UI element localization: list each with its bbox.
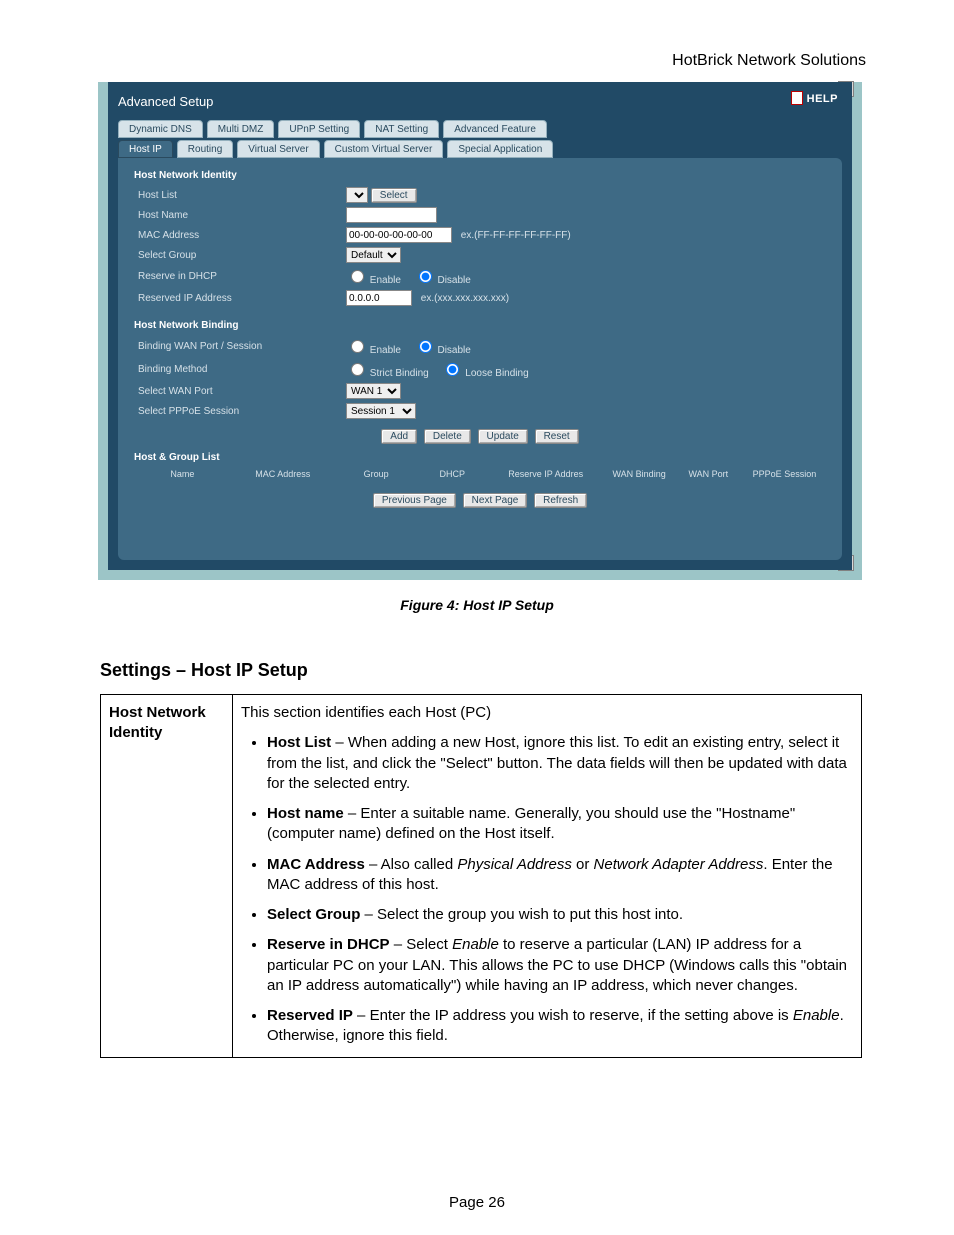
router-ui-screenshot: ▲ ▼ Advanced Setup HELP Dynamic DNS Mult… bbox=[98, 82, 862, 580]
table-row-body: This section identifies each Host (PC) H… bbox=[233, 695, 862, 1058]
col-pppoe: PPPoE Session bbox=[743, 467, 826, 481]
tab-upnp-setting[interactable]: UPnP Setting bbox=[278, 120, 360, 138]
section-host-network-identity: Host Network Identity bbox=[134, 170, 826, 181]
tab-host-ip[interactable]: Host IP bbox=[118, 140, 173, 158]
table-intro: This section identifies each Host (PC) bbox=[241, 703, 853, 723]
binding-disable-radio[interactable] bbox=[419, 340, 432, 353]
tab-routing[interactable]: Routing bbox=[177, 140, 233, 158]
table-row-head: Host Network Identity bbox=[101, 695, 233, 1058]
company-name: HotBrick Network Solutions bbox=[672, 52, 866, 70]
label-reserve-dhcp: Reserve in DHCP bbox=[134, 265, 342, 288]
group-select[interactable]: Default bbox=[346, 247, 401, 263]
reset-button[interactable]: Reset bbox=[535, 429, 579, 444]
tab-advanced-feature[interactable]: Advanced Feature bbox=[443, 120, 547, 138]
reserve-dhcp-disable-radio[interactable] bbox=[419, 270, 432, 283]
settings-heading: Settings – Host IP Setup bbox=[100, 660, 308, 681]
label-binding-wan: Binding WAN Port / Session bbox=[134, 335, 342, 358]
wan-port-select[interactable]: WAN 1 bbox=[346, 383, 401, 399]
col-reserve-ip: Reserve IP Addres bbox=[487, 467, 605, 481]
col-wan-port: WAN Port bbox=[674, 467, 743, 481]
mac-address-input[interactable] bbox=[346, 227, 452, 243]
update-button[interactable]: Update bbox=[478, 429, 528, 444]
label-host-name: Host Name bbox=[134, 205, 342, 225]
label-select-pppoe: Select PPPoE Session bbox=[134, 401, 342, 421]
bullet-select-group: Select Group – Select the group you wish… bbox=[267, 905, 853, 925]
reserved-ip-input[interactable] bbox=[346, 290, 412, 306]
add-button[interactable]: Add bbox=[381, 429, 417, 444]
reserved-ip-hint: ex.(xxx.xxx.xxx.xxx) bbox=[421, 293, 509, 304]
page-number: Page 26 bbox=[0, 1194, 954, 1211]
label-mac-address: MAC Address bbox=[134, 225, 342, 245]
bullet-host-name: Host name – Enter a suitable name. Gener… bbox=[267, 804, 853, 845]
previous-page-button[interactable]: Previous Page bbox=[373, 493, 456, 508]
bullet-reserved-ip: Reserved IP – Enter the IP address you w… bbox=[267, 1006, 853, 1047]
figure-caption: Figure 4: Host IP Setup bbox=[0, 597, 954, 613]
col-mac: MAC Address bbox=[231, 467, 335, 481]
strict-binding-radio[interactable] bbox=[351, 363, 364, 376]
label-reserved-ip: Reserved IP Address bbox=[134, 288, 342, 308]
bullet-host-list: Host List – When adding a new Host, igno… bbox=[267, 733, 853, 794]
reserve-dhcp-enable-radio[interactable] bbox=[351, 270, 364, 283]
delete-button[interactable]: Delete bbox=[424, 429, 471, 444]
settings-table: Host Network Identity This section ident… bbox=[100, 694, 862, 1058]
col-name: Name bbox=[134, 467, 231, 481]
col-group: Group bbox=[335, 467, 418, 481]
label-host-list: Host List bbox=[134, 185, 342, 205]
help-icon bbox=[791, 91, 804, 106]
tab-multi-dmz[interactable]: Multi DMZ bbox=[207, 120, 275, 138]
page-title: Advanced Setup bbox=[118, 94, 213, 109]
tab-nat-setting[interactable]: NAT Setting bbox=[364, 120, 439, 138]
label-select-group: Select Group bbox=[134, 245, 342, 265]
next-page-button[interactable]: Next Page bbox=[463, 493, 528, 508]
bullet-mac-address: MAC Address – Also called Physical Addre… bbox=[267, 855, 853, 896]
mac-hint: ex.(FF-FF-FF-FF-FF-FF) bbox=[461, 230, 571, 241]
binding-enable-radio[interactable] bbox=[351, 340, 364, 353]
bullet-reserve-dhcp: Reserve in DHCP – Select Enable to reser… bbox=[267, 935, 853, 996]
section-host-group-list: Host & Group List bbox=[134, 452, 826, 463]
pppoe-session-select[interactable]: Session 1 bbox=[346, 403, 416, 419]
tab-special-application[interactable]: Special Application bbox=[447, 140, 553, 158]
tab-dynamic-dns[interactable]: Dynamic DNS bbox=[118, 120, 203, 138]
col-wan-binding: WAN Binding bbox=[605, 467, 674, 481]
help-label: HELP bbox=[807, 93, 838, 105]
label-select-wan-port: Select WAN Port bbox=[134, 381, 342, 401]
label-binding-method: Binding Method bbox=[134, 358, 342, 381]
help-link[interactable]: HELP bbox=[791, 91, 838, 106]
host-name-input[interactable] bbox=[346, 207, 437, 223]
tab-custom-virtual-server[interactable]: Custom Virtual Server bbox=[324, 140, 444, 158]
loose-binding-radio[interactable] bbox=[446, 363, 459, 376]
col-dhcp: DHCP bbox=[418, 467, 487, 481]
host-list-select[interactable] bbox=[346, 187, 368, 203]
select-button[interactable]: Select bbox=[371, 188, 417, 203]
refresh-button[interactable]: Refresh bbox=[534, 493, 587, 508]
tab-virtual-server[interactable]: Virtual Server bbox=[237, 140, 319, 158]
section-host-network-binding: Host Network Binding bbox=[134, 320, 826, 331]
